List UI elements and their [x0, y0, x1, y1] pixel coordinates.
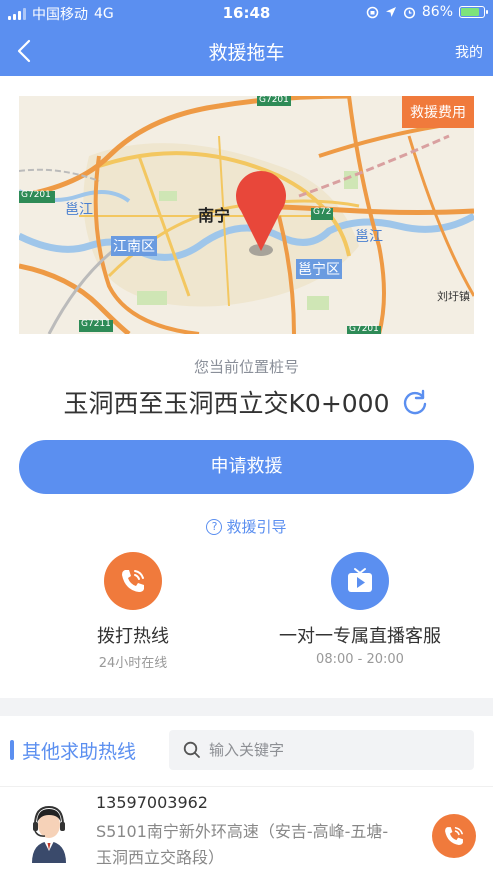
map-label-highway3: G72: [313, 207, 332, 217]
rescue-fee-button[interactable]: 救援费用: [402, 96, 474, 128]
hotlines-section: 其他求助热线 13597003962 S5101南宁新外环高速（安吉-高峰-五塘…: [0, 716, 493, 879]
rescue-guide-link[interactable]: ? 救援引导: [0, 516, 493, 537]
hotlines-title: 其他求助热线: [22, 741, 137, 763]
call-hotline-sub: 24小时在线: [98, 656, 168, 671]
hotline-phone: 13597003962: [96, 793, 208, 812]
my-link[interactable]: 我的: [455, 42, 483, 62]
map-label-district2: 邕宁区: [296, 259, 342, 279]
list-item[interactable]: 13597003962 S5101南宁新外环高速（安吉-高峰-五塘-玉洞西立交路…: [0, 786, 493, 879]
map-label-river2: 邕江: [355, 229, 383, 245]
call-hotline-title: 拨打热线: [97, 626, 169, 647]
status-bar: 中国移动 4G 16:48 86%: [0, 0, 493, 26]
apply-rescue-button[interactable]: 申请救援: [19, 440, 474, 494]
live-service-action[interactable]: 一对一专属直播客服 08:00 - 20:00: [260, 552, 460, 667]
map-label-highway5: G7201: [349, 324, 379, 334]
hotline-desc: S5101南宁新外环高速（安吉-高峰-五塘-玉洞西立交路段）: [96, 822, 389, 867]
section-marker: [10, 740, 14, 760]
map-label-town: 刘圩镇: [437, 290, 470, 303]
agent-avatar-icon: [32, 805, 66, 863]
location-arrow-icon: [385, 7, 396, 17]
rotation-lock-icon: [366, 6, 379, 18]
battery-percent: 86%: [421, 4, 453, 20]
page-title: 救援拖车: [208, 42, 285, 64]
map-label-highway4: G7211: [81, 319, 111, 329]
map-label-river1: 邕江: [65, 202, 93, 218]
location-row: 玉洞西至玉洞西立交K0+000: [0, 384, 493, 420]
call-hotline-action[interactable]: 拨打热线 24小时在线: [33, 552, 233, 671]
battery-icon: [459, 6, 488, 18]
nav-bar: 救援拖车 我的: [0, 26, 493, 76]
map-view[interactable]: G7201 G7201 G72 G7211 G7201 邕江 邕江 南宁 江南区…: [19, 96, 474, 334]
search-icon: [183, 741, 200, 758]
hotlines-header: 其他求助热线: [0, 728, 493, 772]
alarm-icon: [403, 6, 415, 19]
search-input[interactable]: [209, 741, 459, 759]
map-label-district1: 江南区: [111, 236, 157, 256]
location-value: 玉洞西至玉洞西立交K0+000: [63, 389, 390, 418]
rescue-guide-label: 救援引导: [226, 518, 287, 536]
location-label: 您当前位置桩号: [193, 358, 299, 376]
call-button[interactable]: [432, 814, 476, 858]
question-icon: ?: [206, 518, 223, 535]
map-label-highway2: G7201: [21, 190, 51, 200]
map-label-highway1: G7201: [259, 96, 289, 105]
main-card: G7201 G7201 G72 G7211 G7201 邕江 邕江 南宁 江南区…: [0, 76, 493, 698]
map-label-city: 南宁: [198, 206, 231, 225]
search-box: [169, 730, 474, 770]
live-service-sub: 08:00 - 20:00: [316, 652, 404, 667]
phone-icon: [445, 827, 463, 845]
tv-icon: [331, 552, 389, 610]
phone-icon: [104, 552, 162, 610]
status-right: 86%: [366, 4, 488, 20]
live-service-title: 一对一专属直播客服: [279, 626, 441, 647]
refresh-icon[interactable]: [401, 388, 429, 416]
